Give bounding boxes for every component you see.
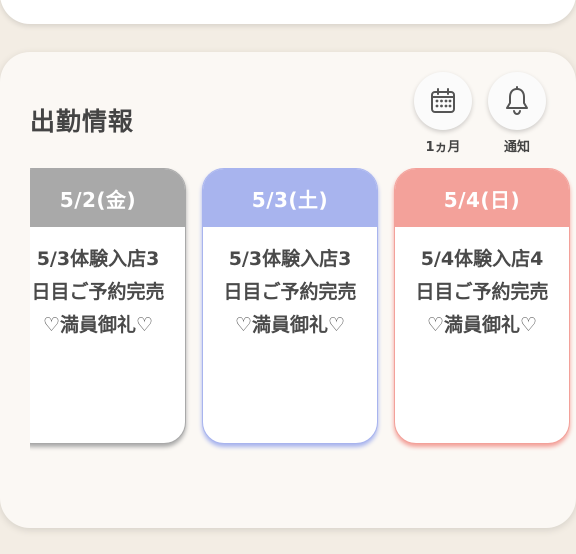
schedule-card-date: 5/4(日) [395,169,569,227]
notification-button[interactable]: 通知 [488,72,546,155]
section-title: 出勤情報 [30,107,135,136]
schedule-card-text: 5/3体験入店3 日目ご予約完売 ♡満員御礼♡ [31,248,165,336]
month-view-circle[interactable] [414,72,472,130]
schedule-card[interactable]: 5/4(日) 5/4体験入店4 日目ご予約完売 ♡満員御礼♡ [394,168,570,444]
schedule-carousel-viewport: 5/2(金) 5/3体験入店3 日目ご予約完売 ♡満員御礼♡ 5/3(土) 5/… [30,168,576,458]
month-view-button[interactable]: 1ヵ月 [414,72,472,155]
schedule-card[interactable]: 5/2(金) 5/3体験入店3 日目ご予約完売 ♡満員御礼♡ [30,168,186,444]
schedule-card-date: 5/2(金) [30,169,185,227]
schedule-card-text: 5/4体験入店4 日目ご予約完売 ♡満員御礼♡ [415,248,549,336]
notification-label: 通知 [503,140,530,155]
schedule-card-text: 5/3体験入店3 日目ご予約完売 ♡満員御礼♡ [223,248,357,336]
bell-icon [503,86,531,116]
previous-section-card [0,0,576,24]
attendance-panel: 出勤情報 1ヵ月 通知 5/2(金) 5/3体験入店3 日目ご予約完売 ♡満員御… [0,52,576,528]
schedule-card-date: 5/3(土) [203,169,377,227]
schedule-carousel[interactable]: 5/2(金) 5/3体験入店3 日目ご予約完売 ♡満員御礼♡ 5/3(土) 5/… [0,168,576,458]
schedule-card[interactable]: 5/3(土) 5/3体験入店3 日目ご予約完売 ♡満員御礼♡ [202,168,378,444]
calendar-icon [429,87,457,115]
notification-circle[interactable] [488,72,546,130]
month-view-label: 1ヵ月 [425,140,461,155]
